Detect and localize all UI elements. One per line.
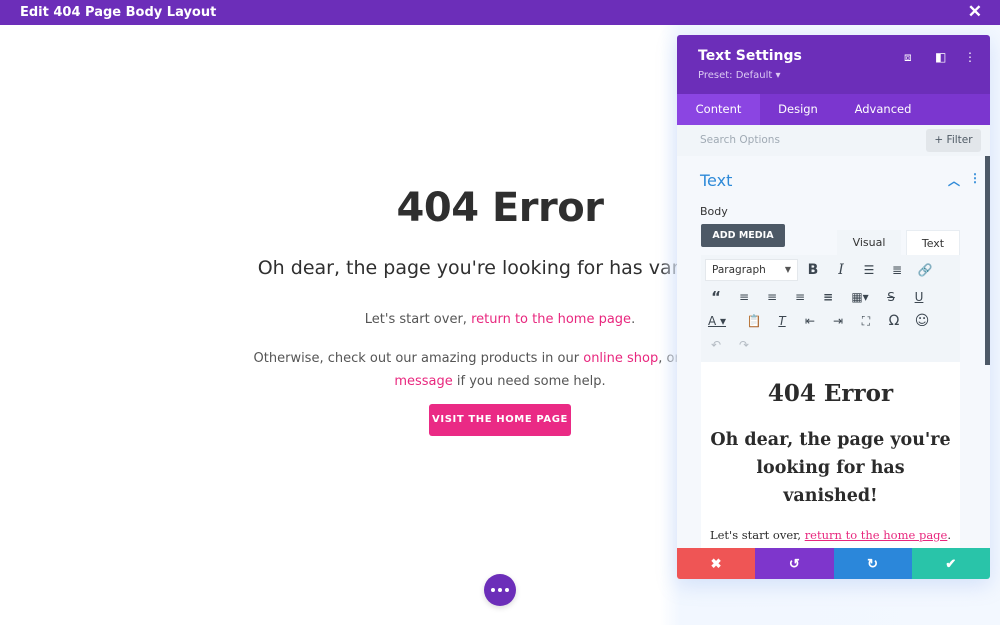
save-button[interactable]: ✔ bbox=[911, 548, 990, 579]
tab-content[interactable]: Content bbox=[677, 94, 760, 125]
redo-button[interactable]: ↻ bbox=[833, 548, 912, 579]
search-options-input[interactable]: Search Options bbox=[700, 134, 780, 146]
text-color-icon[interactable]: A ▾ bbox=[704, 311, 730, 331]
dot-icon bbox=[505, 588, 509, 592]
table-icon[interactable]: ▦▾ bbox=[846, 287, 874, 307]
home-page-link[interactable]: return to the home page bbox=[471, 312, 631, 327]
italic-icon[interactable]: I bbox=[831, 260, 851, 280]
close-icon[interactable]: ✕ bbox=[968, 2, 982, 22]
text-segment: . bbox=[631, 312, 636, 327]
undo-button[interactable]: ↺ bbox=[755, 548, 834, 579]
editor-tab-visual[interactable]: Visual bbox=[837, 230, 901, 255]
emoji-icon[interactable]: ☺ bbox=[912, 311, 932, 331]
modal-title: Text Settings bbox=[698, 48, 802, 64]
tab-advanced[interactable]: Advanced bbox=[836, 94, 930, 125]
text-segment: Otherwise, check out our amazing product… bbox=[253, 351, 584, 366]
fullscreen-icon[interactable]: ⛶ bbox=[856, 311, 876, 331]
text-segment: . bbox=[947, 528, 952, 542]
indent-icon[interactable]: ⇥ bbox=[828, 311, 848, 331]
section-title-text[interactable]: Text bbox=[700, 171, 732, 190]
format-select[interactable]: Paragraph ▼ bbox=[705, 259, 798, 281]
strikethrough-icon[interactable]: S bbox=[881, 287, 901, 307]
more-options-button[interactable] bbox=[484, 574, 516, 606]
align-right-icon[interactable]: ≡ bbox=[790, 287, 810, 307]
align-left-icon[interactable]: ≡ bbox=[734, 287, 754, 307]
online-shop-link[interactable]: online shop bbox=[583, 351, 658, 366]
underline-icon[interactable]: U bbox=[909, 287, 929, 307]
visit-home-button[interactable]: VISIT THE HOME PAGE bbox=[429, 404, 571, 436]
link-icon[interactable]: 🔗 bbox=[915, 260, 935, 280]
bold-icon[interactable]: B bbox=[803, 260, 823, 280]
special-char-icon[interactable]: Ω bbox=[884, 311, 904, 331]
editor-content[interactable]: 404 Error Oh dear, the page you're looki… bbox=[701, 362, 960, 548]
text-segment: if you need some help. bbox=[452, 374, 606, 389]
modal-footer: ✖ ↺ ↻ ✔ bbox=[677, 548, 990, 579]
focus-icon[interactable]: ⧈ bbox=[904, 50, 912, 65]
align-center-icon[interactable]: ≡ bbox=[762, 287, 782, 307]
editor-heading: 404 Error bbox=[767, 380, 894, 407]
paste-text-icon[interactable]: 📋 bbox=[744, 311, 764, 331]
text-settings-modal: Text Settings Preset: Default ▾ ⧈ ◧ ⋮ Co… bbox=[677, 35, 990, 579]
discard-button[interactable]: ✖ bbox=[677, 548, 756, 579]
message-link[interactable]: message bbox=[394, 374, 452, 389]
align-justify-icon[interactable]: ≡ bbox=[818, 287, 838, 307]
redo-icon[interactable]: ↷ bbox=[734, 335, 754, 355]
modal-scrollbar[interactable] bbox=[985, 156, 990, 365]
text-segment: Let's start over, bbox=[709, 528, 805, 542]
preset-dropdown[interactable]: Preset: Default ▾ bbox=[698, 70, 780, 81]
builder-topbar: Edit 404 Page Body Layout ✕ bbox=[0, 0, 1000, 25]
more-vertical-icon[interactable]: ⋮ bbox=[964, 50, 976, 64]
filter-button[interactable]: + Filter bbox=[926, 129, 981, 152]
undo-icon[interactable]: ↶ bbox=[706, 335, 726, 355]
layout-title: Edit 404 Page Body Layout bbox=[20, 5, 217, 20]
blockquote-icon[interactable]: “ bbox=[706, 287, 726, 307]
outdent-icon[interactable]: ⇤ bbox=[800, 311, 820, 331]
editor-paragraph: Let's start over, return to the home pag… bbox=[701, 528, 960, 542]
editor-home-link[interactable]: return to the home page bbox=[805, 528, 948, 542]
text-segment: Let's start over, bbox=[364, 312, 472, 327]
search-options-bar: Search Options + Filter bbox=[677, 125, 990, 156]
section-more-icon[interactable]: ⋮ bbox=[969, 171, 981, 185]
editor-subheading: Oh dear, the page you're looking for has… bbox=[710, 430, 951, 506]
add-media-button[interactable]: ADD MEDIA bbox=[701, 224, 785, 247]
body-label: Body bbox=[700, 205, 728, 218]
numbered-list-icon[interactable]: ≣ bbox=[887, 260, 907, 280]
format-select-value: Paragraph bbox=[712, 264, 766, 276]
caret-down-icon: ▼ bbox=[784, 265, 791, 274]
dot-icon bbox=[491, 588, 495, 592]
modal-tabs: Content Design Advanced bbox=[677, 94, 990, 125]
editor-toolbar: Paragraph ▼ B I ☰ ≣ 🔗 “ ≡ ≡ ≡ ≡ ▦▾ S U A… bbox=[701, 255, 960, 362]
clear-format-icon[interactable]: T bbox=[772, 311, 792, 331]
modal-body: Text ︿ ⋮ Body ADD MEDIA Visual Text Para… bbox=[677, 156, 990, 548]
bullet-list-icon[interactable]: ☰ bbox=[859, 260, 879, 280]
tab-design[interactable]: Design bbox=[760, 94, 836, 125]
modal-header: Text Settings Preset: Default ▾ ⧈ ◧ ⋮ bbox=[677, 35, 990, 94]
editor-tab-text[interactable]: Text bbox=[906, 230, 960, 255]
dot-icon bbox=[498, 588, 502, 592]
chevron-up-icon[interactable]: ︿ bbox=[948, 172, 960, 189]
split-view-icon[interactable]: ◧ bbox=[935, 50, 946, 64]
